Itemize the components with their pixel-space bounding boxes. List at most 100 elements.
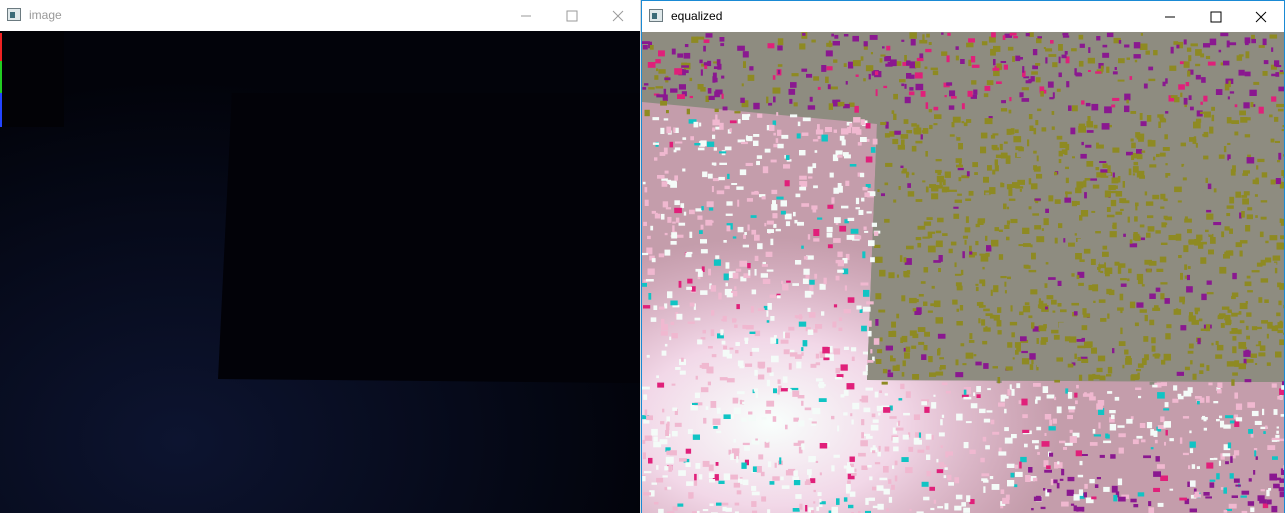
noise-speck bbox=[1189, 441, 1196, 448]
noise-speck bbox=[974, 172, 978, 175]
noise-speck bbox=[1095, 231, 1101, 234]
minimize-button[interactable] bbox=[503, 0, 549, 31]
close-button[interactable] bbox=[595, 0, 641, 31]
noise-speck bbox=[1062, 35, 1070, 38]
noise-speck bbox=[1095, 167, 1100, 171]
noise-speck bbox=[1218, 460, 1221, 466]
noise-speck bbox=[1233, 450, 1240, 456]
noise-speck bbox=[949, 90, 956, 97]
minimize-button[interactable] bbox=[1147, 1, 1193, 32]
noise-speck bbox=[1077, 474, 1084, 478]
noise-speck bbox=[793, 470, 798, 477]
noise-speck bbox=[956, 321, 963, 326]
noise-speck bbox=[757, 243, 763, 250]
close-button[interactable] bbox=[1238, 1, 1284, 32]
noise-speck bbox=[1062, 32, 1069, 36]
noise-speck bbox=[1250, 353, 1257, 358]
noise-speck bbox=[1170, 46, 1174, 54]
noise-speck bbox=[986, 80, 994, 86]
noise-speck bbox=[1068, 105, 1072, 111]
noise-speck bbox=[1234, 392, 1238, 399]
noise-speck bbox=[1093, 124, 1098, 129]
noise-speck bbox=[1226, 117, 1232, 124]
noise-speck bbox=[817, 124, 820, 131]
noise-speck bbox=[865, 65, 874, 72]
noise-speck bbox=[1280, 414, 1284, 417]
noise-speck bbox=[754, 330, 761, 337]
noise-speck bbox=[951, 96, 957, 99]
noise-speck bbox=[915, 61, 921, 68]
noise-speck bbox=[1078, 123, 1086, 127]
noise-speck bbox=[1056, 406, 1062, 414]
noise-speck bbox=[1077, 357, 1081, 361]
noise-speck bbox=[764, 222, 767, 227]
noise-speck bbox=[1048, 195, 1054, 202]
noise-speck bbox=[702, 329, 706, 334]
noise-speck bbox=[1205, 177, 1208, 183]
noise-speck bbox=[924, 66, 928, 70]
noise-speck bbox=[1265, 425, 1268, 429]
noise-speck bbox=[905, 391, 911, 398]
window-app-icon[interactable] bbox=[649, 9, 663, 22]
noise-speck bbox=[716, 190, 725, 195]
noise-speck bbox=[1032, 477, 1038, 482]
noise-speck bbox=[801, 132, 809, 136]
noise-speck bbox=[823, 357, 830, 361]
noise-speck bbox=[799, 181, 805, 186]
noise-speck bbox=[821, 134, 828, 142]
noise-speck bbox=[1110, 454, 1116, 459]
noise-speck bbox=[1279, 339, 1284, 346]
maximize-button[interactable] bbox=[1193, 1, 1239, 32]
noise-speck bbox=[1106, 66, 1110, 73]
noise-speck bbox=[1239, 240, 1248, 244]
noise-speck bbox=[932, 70, 939, 76]
noise-speck bbox=[949, 189, 957, 192]
noise-speck bbox=[1165, 111, 1169, 114]
noise-speck bbox=[1143, 184, 1149, 191]
noise-speck bbox=[777, 389, 780, 395]
window-app-icon[interactable] bbox=[7, 8, 21, 21]
noise-speck bbox=[1078, 489, 1083, 496]
noise-speck bbox=[754, 269, 757, 276]
noise-speck bbox=[1204, 111, 1211, 118]
noise-speck bbox=[674, 200, 680, 205]
noise-speck bbox=[1188, 95, 1192, 100]
noise-speck bbox=[975, 361, 982, 366]
equalized-canvas[interactable] bbox=[642, 32, 1284, 513]
noise-speck bbox=[902, 434, 909, 440]
noise-speck bbox=[996, 81, 1002, 84]
noise-speck bbox=[1007, 276, 1011, 280]
noise-speck bbox=[780, 339, 789, 344]
noise-speck bbox=[685, 462, 691, 467]
noise-speck bbox=[802, 278, 809, 284]
noise-speck bbox=[1199, 370, 1204, 374]
noise-speck bbox=[1106, 374, 1112, 377]
noise-speck bbox=[893, 93, 898, 100]
image-canvas[interactable] bbox=[0, 31, 640, 513]
noise-speck bbox=[1051, 329, 1059, 334]
noise-speck bbox=[695, 208, 702, 212]
noise-speck bbox=[1200, 257, 1207, 264]
noise-speck bbox=[1014, 129, 1019, 134]
noise-speck bbox=[664, 303, 668, 309]
noise-speck bbox=[1010, 128, 1015, 134]
noise-speck bbox=[719, 151, 727, 154]
image-window-titlebar[interactable]: image bbox=[0, 0, 640, 31]
noise-speck bbox=[1033, 150, 1037, 154]
equalized-window-titlebar[interactable]: equalized bbox=[642, 1, 1284, 32]
noise-speck bbox=[1184, 264, 1188, 270]
noise-speck bbox=[858, 209, 864, 215]
noise-speck bbox=[1011, 248, 1015, 253]
noise-speck bbox=[1205, 496, 1212, 499]
noise-speck bbox=[1082, 393, 1091, 397]
noise-speck bbox=[793, 480, 801, 486]
noise-speck bbox=[870, 424, 879, 431]
noise-speck bbox=[810, 478, 816, 484]
noise-speck bbox=[1203, 492, 1210, 496]
noise-speck bbox=[934, 114, 942, 119]
noise-speck bbox=[766, 320, 770, 323]
noise-speck bbox=[948, 248, 953, 254]
maximize-button[interactable] bbox=[549, 0, 595, 31]
noise-speck bbox=[963, 396, 972, 400]
noise-speck bbox=[1079, 460, 1083, 466]
